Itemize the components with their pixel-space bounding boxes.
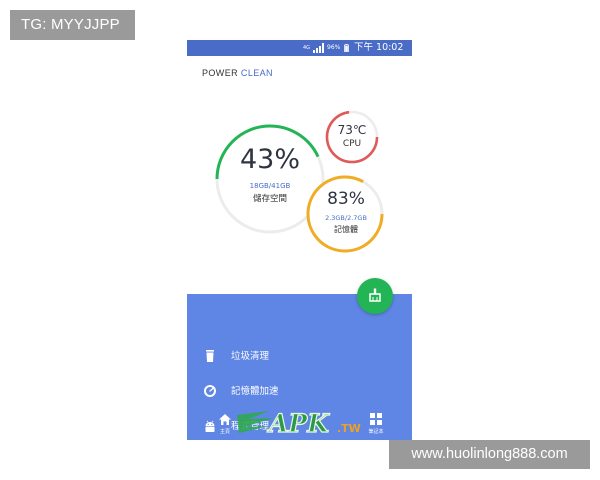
- cpu-label: CPU: [342, 139, 362, 149]
- cpu-temperature: 73℃: [337, 123, 367, 137]
- clean-fab-button[interactable]: [357, 278, 393, 314]
- menu-label-junk-clean: 垃圾清理: [231, 351, 270, 362]
- watermark-tg: TG: MYYJJPP: [10, 10, 135, 40]
- storage-percent: 43%: [239, 144, 300, 175]
- svg-text:APK: APK: [267, 409, 330, 438]
- broom-icon: [369, 288, 381, 302]
- svg-text:.TW: .TW: [337, 422, 361, 435]
- menu-item-junk-clean[interactable]: 垃圾清理: [187, 340, 412, 373]
- nav-home-label: 主頁: [219, 429, 230, 435]
- memory-used: 2.3GB/2.7GB: [325, 214, 367, 222]
- nav-home[interactable]: 主頁: [215, 412, 235, 438]
- phone-screen: 4G 96% 下午 10:02 POWER CLEAN 43% 18GB/41G…: [187, 40, 412, 440]
- grid-icon: [370, 413, 382, 425]
- trash-icon: [206, 350, 214, 362]
- menu-item-memory-boost[interactable]: 記憶體加速: [187, 375, 412, 408]
- memory-percent: 83%: [327, 189, 365, 209]
- cpu-gauge[interactable]: [325, 110, 379, 164]
- home-icon: [219, 414, 231, 425]
- watermark-site: www.huolinlong888.com: [389, 440, 590, 469]
- apk-watermark-logo: APK .TW: [237, 408, 361, 439]
- speedometer-icon: [204, 385, 216, 397]
- memory-label: 記憶體: [334, 225, 358, 234]
- menu-label-memory-boost: 記憶體加速: [231, 386, 279, 397]
